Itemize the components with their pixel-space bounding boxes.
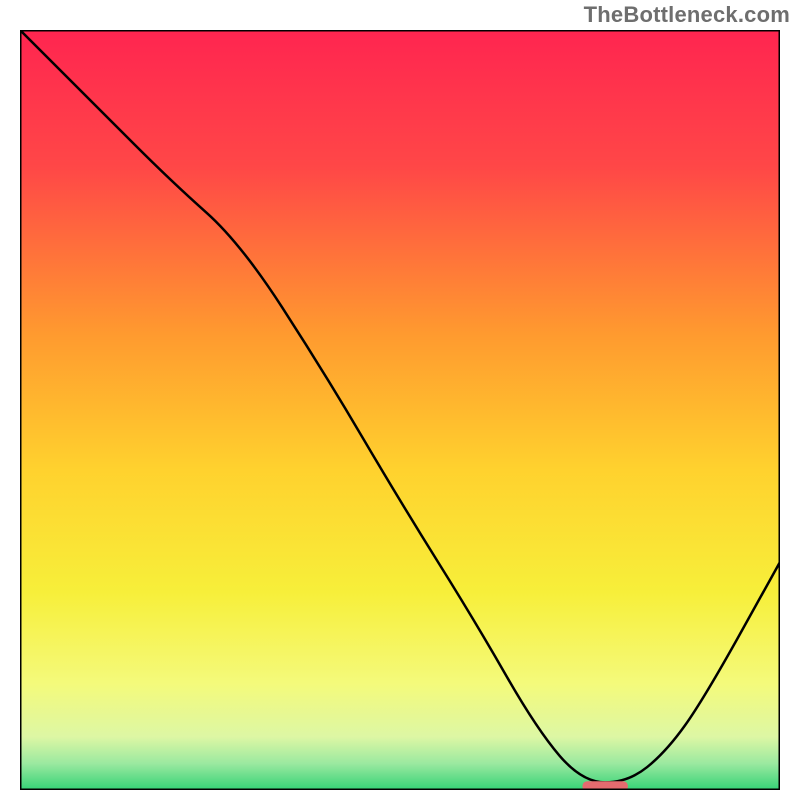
chart-svg	[20, 30, 780, 790]
chart-area	[20, 30, 780, 790]
watermark-text: TheBottleneck.com	[584, 2, 790, 28]
